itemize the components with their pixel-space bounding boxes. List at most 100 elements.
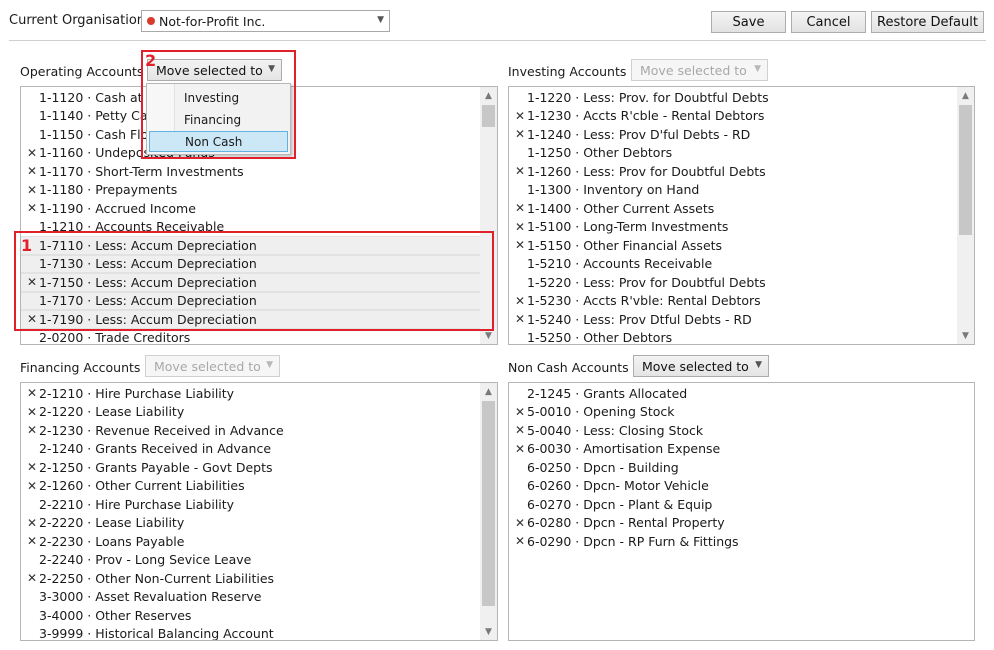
financing-list-item[interactable]: 2-1240 · Grants Received in Advance (21, 440, 480, 459)
noncash-list-item[interactable]: ✕ 5-0010 · Opening Stock (509, 403, 974, 422)
account-label: 6-0030 · Amortisation Expense (527, 441, 721, 457)
noncash-move-button[interactable]: Move selected to ▼ (633, 355, 769, 377)
x-icon: ✕ (26, 423, 37, 438)
investing-list-item[interactable]: 1-5210 · Accounts Receivable (509, 255, 957, 274)
chevron-down-icon: ▼ (755, 360, 762, 370)
account-label: 1-7150 · Less: Accum Depreciation (39, 274, 257, 290)
restore-default-button[interactable]: Restore Default (871, 11, 984, 33)
financing-list-item[interactable]: ✕ 2-2220 · Lease Liability (21, 514, 480, 533)
investing-list-item[interactable]: 1-1250 · Other Debtors (509, 144, 957, 163)
noncash-list-item[interactable]: ✕ 6-0280 · Dpcn - Rental Property (509, 514, 974, 533)
investing-list-item[interactable]: ✕ 1-1400 · Other Current Assets (509, 199, 957, 218)
account-label: 1-1240 · Less: Prov D'ful Debts - RD (527, 126, 751, 142)
account-label: 1-1150 · Cash Flo (39, 126, 149, 142)
noncash-list-item[interactable]: ✕ 5-0040 · Less: Closing Stock (509, 421, 974, 440)
account-label: 2-2220 · Lease Liability (39, 515, 185, 531)
cancel-button[interactable]: Cancel (791, 11, 866, 33)
financing-list-item[interactable]: 3-9999 · Historical Balancing Account (21, 625, 480, 640)
operating-list-item[interactable]: 1-7130 · Less: Accum Depreciation (21, 254, 480, 273)
scroll-thumb[interactable] (482, 105, 495, 127)
financing-list[interactable]: ✕ 2-1210 · Hire Purchase Liability ✕ 2-1220… (20, 382, 498, 641)
account-label: 2-1230 · Revenue Received in Advance (39, 422, 284, 438)
scroll-thumb[interactable] (959, 105, 972, 235)
noncash-title: Non Cash Accounts (508, 360, 629, 375)
investing-move-button[interactable]: Move selected to ▼ (631, 59, 768, 81)
financing-list-item[interactable]: ✕ 2-1260 · Other Current Liabilities (21, 477, 480, 496)
account-label: 1-5250 · Other Debtors (527, 330, 673, 345)
scroll-down-icon[interactable]: ▼ (957, 327, 974, 344)
investing-list-item[interactable]: 1-5250 · Other Debtors (509, 329, 957, 345)
financing-list-item[interactable]: 2-2240 · Prov - Long Sevice Leave (21, 551, 480, 570)
x-icon: ✕ (514, 127, 525, 142)
investing-list[interactable]: 1-1220 · Less: Prov. for Doubtful Debts ✕… (508, 86, 975, 345)
account-label: 1-1230 · Accts R'cble - Rental Debtors (527, 108, 765, 124)
scroll-down-icon[interactable]: ▼ (480, 623, 497, 640)
operating-move-button[interactable]: Move selected to ▼ (147, 59, 282, 81)
investing-list-item[interactable]: ✕ 1-5240 · Less: Prov Dtful Debts - RD (509, 310, 957, 329)
operating-list-item[interactable]: ✕ 1-1190 · Accrued Income (21, 199, 480, 218)
financing-list-item[interactable]: ✕ 2-2250 · Other Non-Current Liabilities (21, 569, 480, 588)
operating-list-item[interactable]: 1-7110 · Less: Accum Depreciation (21, 236, 480, 255)
investing-list-item[interactable]: ✕ 1-5100 · Long-Term Investments (509, 218, 957, 237)
noncash-list-item[interactable]: 6-0270 · Dpcn - Plant & Equip (509, 495, 974, 514)
scroll-down-icon[interactable]: ▼ (480, 327, 497, 344)
operating-scrollbar[interactable]: ▲ ▼ (480, 87, 497, 344)
org-select[interactable]: Not-for-Profit Inc. ▼ (141, 10, 390, 32)
investing-list-item[interactable]: 1-5220 · Less: Prov for Doubtful Debts (509, 273, 957, 292)
investing-list-item[interactable]: 1-1220 · Less: Prov. for Doubtful Debts (509, 88, 957, 107)
scroll-up-icon[interactable]: ▲ (957, 87, 974, 104)
account-label: 1-1180 · Prepayments (39, 182, 178, 198)
chevron-down-icon: ▼ (754, 64, 761, 74)
operating-list-item[interactable]: 2-0200 · Trade Creditors (21, 329, 480, 344)
account-label: 1-7110 · Less: Accum Depreciation (39, 237, 257, 253)
financing-list-item[interactable]: ✕ 2-1210 · Hire Purchase Liability (21, 384, 480, 403)
scroll-up-icon[interactable]: ▲ (480, 383, 497, 400)
account-label: 2-2250 · Other Non-Current Liabilities (39, 570, 275, 586)
financing-scrollbar[interactable]: ▲ ▼ (480, 383, 497, 640)
financing-list-item[interactable]: 2-2210 · Hire Purchase Liability (21, 495, 480, 514)
account-label: 5-0010 · Opening Stock (527, 404, 675, 420)
annotation-number-2: 2 (145, 51, 157, 70)
x-icon: ✕ (514, 515, 525, 530)
operating-list-item[interactable]: 1-1210 · Accounts Receivable (21, 218, 480, 237)
financing-list-item[interactable]: ✕ 2-1250 · Grants Payable - Govt Depts (21, 458, 480, 477)
financing-list-item[interactable]: ✕ 2-1220 · Lease Liability (21, 403, 480, 422)
operating-list-item[interactable]: ✕ 1-1180 · Prepayments (21, 181, 480, 200)
x-icon: ✕ (26, 312, 37, 327)
account-label: 1-1260 · Less: Prov for Doubtful Debts (527, 163, 766, 179)
investing-scrollbar[interactable]: ▲ ▼ (957, 87, 974, 344)
menu-item-financing[interactable]: Financing (149, 109, 288, 130)
financing-list-item[interactable]: ✕ 2-1230 · Revenue Received in Advance (21, 421, 480, 440)
operating-list-item[interactable]: ✕ 1-1170 · Short-Term Investments (21, 162, 480, 181)
noncash-list-item[interactable]: 6-0250 · Dpcn - Building (509, 458, 974, 477)
menu-item-non-cash[interactable]: Non Cash (149, 131, 288, 152)
menu-item-investing[interactable]: Investing (149, 87, 288, 108)
financing-move-button[interactable]: Move selected to ▼ (145, 355, 280, 377)
investing-list-item[interactable]: ✕ 1-1230 · Accts R'cble - Rental Debtors (509, 107, 957, 126)
investing-move-label: Move selected to (640, 62, 747, 78)
investing-list-item[interactable]: ✕ 1-1240 · Less: Prov D'ful Debts - RD (509, 125, 957, 144)
operating-list-item[interactable]: 1-7170 · Less: Accum Depreciation (21, 291, 480, 310)
operating-list-item[interactable]: ✕ 1-7190 · Less: Accum Depreciation (21, 310, 480, 329)
financing-list-item[interactable]: ✕ 2-2230 · Loans Payable (21, 532, 480, 551)
noncash-list-item[interactable]: ✕ 6-0030 · Amortisation Expense (509, 440, 974, 459)
financing-list-item[interactable]: 3-3000 · Asset Revaluation Reserve (21, 588, 480, 607)
operating-list-item[interactable]: ✕ 1-7150 · Less: Accum Depreciation (21, 273, 480, 292)
noncash-list-item[interactable]: 2-1245 · Grants Allocated (509, 384, 974, 403)
x-icon: ✕ (514, 441, 525, 456)
account-label: 1-7170 · Less: Accum Depreciation (39, 293, 257, 309)
scroll-thumb[interactable] (482, 401, 495, 606)
investing-list-item[interactable]: 1-1300 · Inventory on Hand (509, 181, 957, 200)
noncash-list-item[interactable]: 6-0260 · Dpcn- Motor Vehicle (509, 477, 974, 496)
investing-list-item[interactable]: ✕ 1-1260 · Less: Prov for Doubtful Debts (509, 162, 957, 181)
investing-title: Investing Accounts (508, 64, 627, 79)
investing-list-item[interactable]: ✕ 1-5230 · Accts R'vble: Rental Debtors (509, 292, 957, 311)
investing-list-item[interactable]: ✕ 1-5150 · Other Financial Assets (509, 236, 957, 255)
x-icon: ✕ (514, 164, 525, 179)
account-label: 1-5150 · Other Financial Assets (527, 237, 723, 253)
save-button[interactable]: Save (711, 11, 786, 33)
noncash-list[interactable]: 2-1245 · Grants Allocated ✕ 5-0010 · Openi… (508, 382, 975, 641)
scroll-up-icon[interactable]: ▲ (480, 87, 497, 104)
noncash-list-item[interactable]: ✕ 6-0290 · Dpcn - RP Furn & Fittings (509, 532, 974, 551)
financing-list-item[interactable]: 3-4000 · Other Reserves (21, 606, 480, 625)
